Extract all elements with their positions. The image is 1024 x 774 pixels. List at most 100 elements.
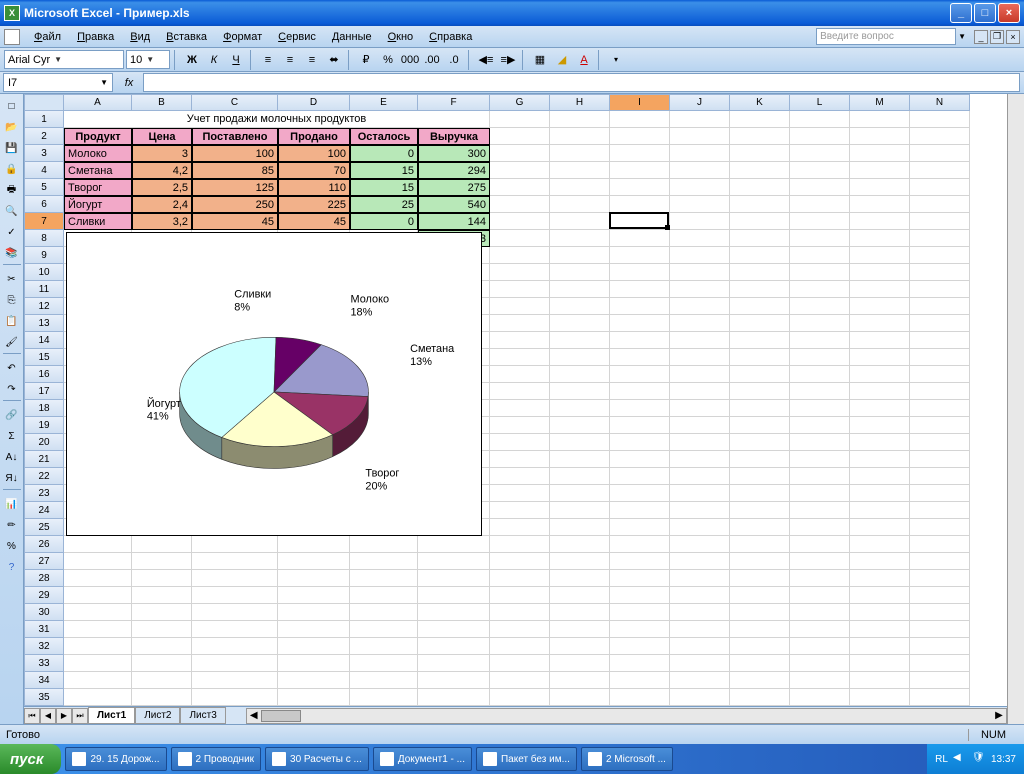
cell[interactable] xyxy=(670,298,730,315)
cell[interactable] xyxy=(910,213,970,230)
row-header[interactable]: 17 xyxy=(24,383,64,400)
cell[interactable] xyxy=(850,162,910,179)
cell[interactable] xyxy=(730,332,790,349)
row-header[interactable]: 23 xyxy=(24,485,64,502)
language-indicator[interactable]: RL xyxy=(935,754,948,765)
redo-button[interactable]: ↷ xyxy=(2,379,22,399)
cell[interactable] xyxy=(490,230,550,247)
cell[interactable] xyxy=(550,638,610,655)
cell[interactable] xyxy=(850,349,910,366)
cell[interactable] xyxy=(132,604,192,621)
cell[interactable] xyxy=(418,536,490,553)
cell[interactable] xyxy=(132,536,192,553)
cell[interactable] xyxy=(192,672,278,689)
cell[interactable] xyxy=(132,672,192,689)
cell[interactable] xyxy=(610,434,670,451)
cell[interactable] xyxy=(790,587,850,604)
cell[interactable] xyxy=(850,298,910,315)
cell[interactable] xyxy=(910,468,970,485)
cell[interactable] xyxy=(192,553,278,570)
cell[interactable] xyxy=(790,111,850,128)
cell[interactable] xyxy=(790,162,850,179)
column-header[interactable]: H xyxy=(550,94,610,111)
cell[interactable] xyxy=(350,570,418,587)
cell[interactable] xyxy=(610,451,670,468)
row-header[interactable]: 35 xyxy=(24,689,64,706)
cell[interactable] xyxy=(790,196,850,213)
cell[interactable] xyxy=(850,111,910,128)
cell[interactable] xyxy=(610,587,670,604)
fx-button[interactable]: fx xyxy=(119,74,139,92)
start-button[interactable]: пуск xyxy=(0,744,61,774)
cell[interactable] xyxy=(850,672,910,689)
cell[interactable] xyxy=(850,604,910,621)
cell[interactable] xyxy=(850,536,910,553)
cell[interactable] xyxy=(790,672,850,689)
cell[interactable] xyxy=(350,689,418,706)
cell[interactable] xyxy=(550,281,610,298)
row-header[interactable]: 12 xyxy=(24,298,64,315)
cell[interactable] xyxy=(850,128,910,145)
cut-button[interactable]: ✂ xyxy=(2,269,22,289)
cell[interactable] xyxy=(278,570,350,587)
cell[interactable] xyxy=(730,111,790,128)
cell[interactable] xyxy=(730,621,790,638)
cell[interactable] xyxy=(610,366,670,383)
cell[interactable] xyxy=(278,672,350,689)
cell[interactable] xyxy=(132,689,192,706)
cell[interactable] xyxy=(610,468,670,485)
cell[interactable] xyxy=(278,689,350,706)
cell[interactable] xyxy=(418,587,490,604)
cell[interactable] xyxy=(490,672,550,689)
row-header[interactable]: 33 xyxy=(24,655,64,672)
cell[interactable] xyxy=(850,655,910,672)
row-header[interactable]: 15 xyxy=(24,349,64,366)
cell[interactable]: Творог xyxy=(64,179,132,196)
cell[interactable] xyxy=(610,502,670,519)
cell[interactable] xyxy=(490,553,550,570)
cell[interactable] xyxy=(192,587,278,604)
cell[interactable] xyxy=(790,400,850,417)
cell[interactable] xyxy=(790,485,850,502)
cell[interactable]: 294 xyxy=(418,162,490,179)
zoom-button[interactable]: % xyxy=(2,536,22,556)
taskbar-item[interactable]: 2 Microsoft ... xyxy=(581,747,673,771)
cell[interactable] xyxy=(550,213,610,230)
cell[interactable] xyxy=(670,655,730,672)
cell[interactable] xyxy=(610,230,670,247)
cell[interactable] xyxy=(550,366,610,383)
cell[interactable]: Выручка xyxy=(418,128,490,145)
clock[interactable]: 13:37 xyxy=(991,754,1016,765)
cell[interactable] xyxy=(850,179,910,196)
cell[interactable] xyxy=(278,621,350,638)
cell[interactable] xyxy=(670,196,730,213)
cell[interactable] xyxy=(910,111,970,128)
column-header[interactable]: B xyxy=(132,94,192,111)
cell[interactable] xyxy=(132,638,192,655)
percent-button[interactable]: % xyxy=(378,50,398,70)
cell[interactable] xyxy=(490,179,550,196)
cell[interactable] xyxy=(278,587,350,604)
cell[interactable] xyxy=(730,128,790,145)
cell[interactable] xyxy=(730,519,790,536)
select-all-corner[interactable] xyxy=(24,94,64,111)
cell[interactable] xyxy=(850,485,910,502)
cell[interactable]: 2,4 xyxy=(132,196,192,213)
cell[interactable] xyxy=(670,111,730,128)
cell[interactable] xyxy=(610,689,670,706)
row-header[interactable]: 7 xyxy=(24,213,64,230)
cell[interactable] xyxy=(790,128,850,145)
row-header[interactable]: 14 xyxy=(24,332,64,349)
cell[interactable]: Сливки xyxy=(64,213,132,230)
cell[interactable] xyxy=(610,264,670,281)
cell[interactable] xyxy=(670,604,730,621)
column-header[interactable]: G xyxy=(490,94,550,111)
sheet-tab[interactable]: Лист1 xyxy=(88,707,135,724)
close-button[interactable]: × xyxy=(998,3,1020,23)
cell[interactable] xyxy=(490,570,550,587)
save-button[interactable]: 💾 xyxy=(2,138,22,158)
cell[interactable] xyxy=(730,672,790,689)
cell[interactable] xyxy=(550,230,610,247)
cell[interactable]: 100 xyxy=(192,145,278,162)
cell[interactable] xyxy=(610,162,670,179)
